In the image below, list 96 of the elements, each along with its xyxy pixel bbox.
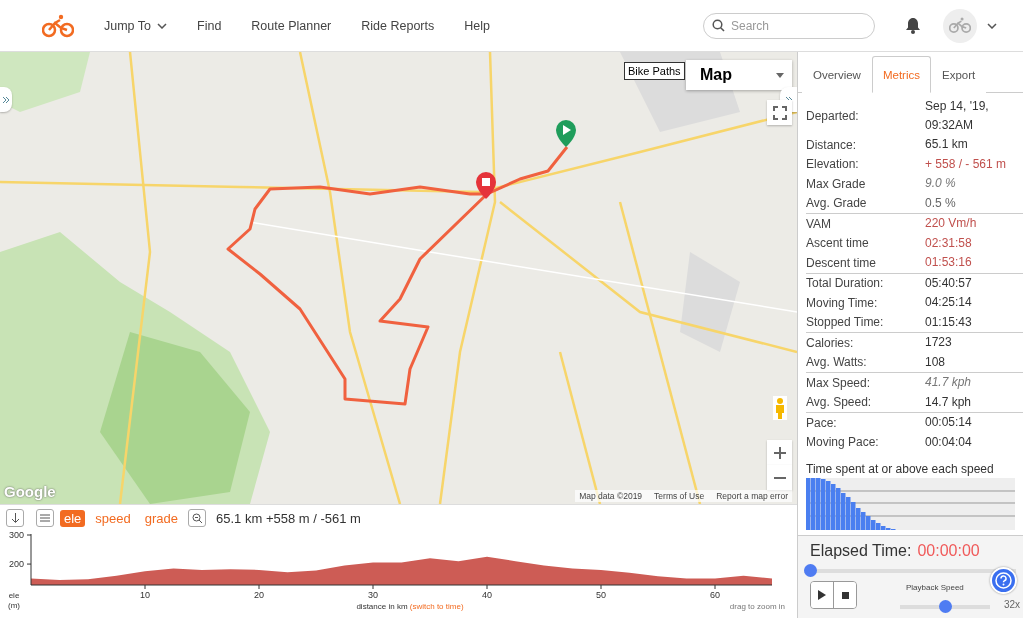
- bike-logo-icon: [42, 13, 74, 38]
- metric-label: Elevation:: [806, 157, 860, 172]
- metric-label: Avg. Watts:: [806, 355, 868, 370]
- metric-label: Max Grade: [806, 176, 867, 191]
- metric-label: VAM: [806, 216, 833, 231]
- metric-label: Stopped Time:: [806, 315, 885, 330]
- playback-speed-label: Playback Speed: [906, 583, 964, 592]
- metric-label: Avg. Grade: [806, 196, 868, 211]
- avatar[interactable]: [943, 8, 977, 43]
- zoom-out-chart-button[interactable]: [188, 509, 207, 527]
- help-icon: [995, 572, 1012, 589]
- metric-value: Sep 14, '19, 09:32AM: [925, 98, 990, 134]
- playback-speed-value: 32x: [1003, 599, 1020, 610]
- metric-value: 0.5 %: [925, 194, 957, 212]
- nav-link[interactable]: Find: [197, 18, 222, 33]
- metric-label: Pace:: [806, 415, 838, 430]
- histogram-title: Time spent at or above each speed: [805, 461, 995, 478]
- metric-value: 1723: [925, 334, 953, 352]
- search-field[interactable]: Search: [703, 12, 875, 39]
- metric-label: Moving Time:: [806, 295, 879, 310]
- menu-button[interactable]: [36, 509, 54, 527]
- nav-link[interactable]: Ride Reports: [361, 18, 435, 33]
- metric-value: 14.7 kph: [925, 393, 973, 411]
- map-link[interactable]: Report a map error: [716, 491, 788, 501]
- map-data-text: Map data ©2019: [579, 491, 643, 501]
- y-tick-label: 200: [8, 559, 24, 570]
- map-logo: Google: [4, 483, 56, 500]
- metric-value: + 558 / - 561 m: [925, 155, 1008, 173]
- bike-paths-button[interactable]: Bike Paths: [624, 62, 685, 80]
- magnifier-minus-icon: [191, 512, 203, 524]
- nav-link[interactable]: Route Planner: [251, 18, 332, 33]
- map-type-select[interactable]: Map: [686, 60, 792, 90]
- bike-icon: [949, 17, 971, 34]
- fullscreen-button[interactable]: [767, 100, 792, 125]
- expand-panel-button[interactable]: [0, 87, 12, 112]
- play-icon: [818, 590, 826, 600]
- x-tick-label: 10: [140, 590, 150, 600]
- menu-icon: [40, 514, 50, 522]
- x-tick-label: 20: [254, 590, 264, 600]
- metric-label: Calories:: [806, 335, 855, 350]
- double-chevron-icon: [2, 95, 10, 104]
- y-axis-unit: (m): [8, 601, 20, 610]
- help-button[interactable]: [990, 567, 1017, 594]
- stop-button[interactable]: [833, 582, 856, 608]
- metric-value: 108: [925, 353, 947, 371]
- y-axis-title: ele: [8, 591, 20, 600]
- metric-value: 05:40:57: [925, 274, 973, 292]
- route-summary: 65.1 km +558 m / -561 m: [216, 510, 361, 526]
- y-tick-label: 300: [8, 530, 24, 540]
- finish-marker-icon[interactable]: [476, 172, 496, 199]
- elapsed-time-value: 00:00:00: [917, 542, 980, 560]
- map-link[interactable]: Terms of Use: [654, 491, 705, 501]
- metric-value: 9.0 %: [925, 175, 957, 193]
- fullscreen-icon: [772, 105, 787, 120]
- zoom-out-button[interactable]: [767, 465, 792, 490]
- timeline-thumb[interactable]: [804, 564, 817, 577]
- map[interactable]: Bike Paths Map Google Map data ©2019 Terms of Use Report a map error: [0, 52, 797, 504]
- metric-value: 220 Vm/h: [925, 215, 978, 233]
- stop-icon: [841, 591, 849, 599]
- metric-label: Descent time: [806, 255, 878, 270]
- nav-link[interactable]: Help: [464, 18, 490, 33]
- chevron-down-icon: [157, 22, 167, 29]
- speed-thumb[interactable]: [939, 600, 952, 613]
- x-tick-label: 50: [596, 590, 606, 600]
- metric-value: 65.1 km: [925, 136, 969, 154]
- metric-label: Ascent time: [806, 236, 870, 251]
- metric-label: Moving Pace:: [806, 435, 880, 450]
- y-axis: [26, 533, 32, 586]
- metric-label: Distance:: [806, 137, 858, 152]
- account-chevron-icon: [987, 22, 997, 29]
- down-arrow-icon: [10, 513, 20, 523]
- elapsed-time-label: Elapsed Time:: [810, 542, 912, 560]
- caret-icon: [776, 72, 784, 78]
- metric-value: 04:25:14: [925, 294, 973, 312]
- metric-label: Departed:: [806, 109, 860, 123]
- x-tick-label: 60: [710, 590, 720, 600]
- bell-icon[interactable]: [905, 17, 921, 34]
- metric-value: 01:53:16: [925, 254, 973, 272]
- start-marker-icon[interactable]: [556, 120, 576, 147]
- download-button[interactable]: [6, 509, 24, 527]
- x-tick-label: 40: [482, 590, 492, 600]
- metric-value: 00:04:04: [925, 433, 973, 451]
- metric-value: 01:15:43: [925, 313, 973, 331]
- x-axis-title: distance in km (switch to time): [356, 602, 464, 611]
- zoom-in-button[interactable]: [767, 440, 792, 465]
- metric-label: Avg. Speed:: [806, 395, 873, 410]
- play-button[interactable]: [811, 582, 833, 608]
- metric-value: 02:31:58: [925, 234, 973, 252]
- metric-value: 00:05:14: [925, 414, 973, 432]
- metric-label: Max Speed:: [806, 375, 872, 390]
- zoom-hint: drag to zoom in: [729, 602, 785, 611]
- nav-dropdown[interactable]: Jump To: [104, 18, 167, 33]
- x-tick-label: 30: [368, 590, 378, 600]
- metric-label: Total Duration:: [806, 276, 885, 291]
- plus-icon: [773, 446, 786, 459]
- metric-value: 41.7 kph: [925, 374, 973, 392]
